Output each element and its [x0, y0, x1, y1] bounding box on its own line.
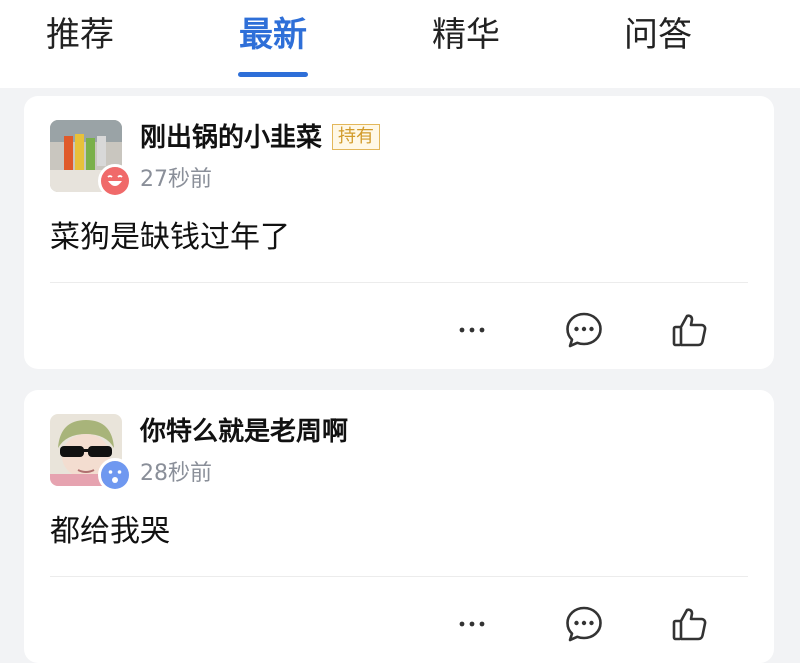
comment-icon[interactable]	[562, 308, 606, 352]
post-content[interactable]: 都给我哭	[50, 512, 170, 552]
grinning-face-icon	[98, 164, 132, 198]
surprised-face-icon	[98, 458, 132, 492]
more-icon[interactable]	[450, 308, 494, 352]
post-timestamp: 27秒前	[140, 167, 212, 192]
more-icon[interactable]	[450, 602, 494, 646]
tab-recommended[interactable]: 推荐	[46, 10, 114, 60]
thumbs-up-icon[interactable]	[668, 308, 712, 352]
username[interactable]: 刚出锅的小韭菜 持有	[140, 120, 381, 156]
tab-bar: 推荐 最新 精华 问答	[0, 0, 800, 88]
divider	[50, 576, 748, 577]
tab-qa[interactable]: 问答	[624, 10, 692, 60]
post-content[interactable]: 菜狗是缺钱过年了	[50, 218, 290, 258]
username-text: 刚出锅的小韭菜	[140, 123, 323, 153]
post-timestamp: 28秒前	[140, 461, 212, 486]
comment-icon[interactable]	[562, 602, 606, 646]
thumbs-up-icon[interactable]	[668, 602, 712, 646]
tab-featured[interactable]: 精华	[432, 10, 500, 60]
post-card[interactable]: 你特么就是老周啊 28秒前 都给我哭	[24, 390, 774, 663]
post-card[interactable]: 刚出锅的小韭菜 持有 27秒前 菜狗是缺钱过年了	[24, 96, 774, 369]
active-tab-indicator	[238, 72, 308, 77]
tab-latest[interactable]: 最新	[239, 10, 307, 60]
username[interactable]: 你特么就是老周啊	[140, 414, 348, 450]
holding-badge: 持有	[332, 124, 381, 150]
username-text: 你特么就是老周啊	[140, 417, 349, 447]
divider	[50, 282, 748, 283]
